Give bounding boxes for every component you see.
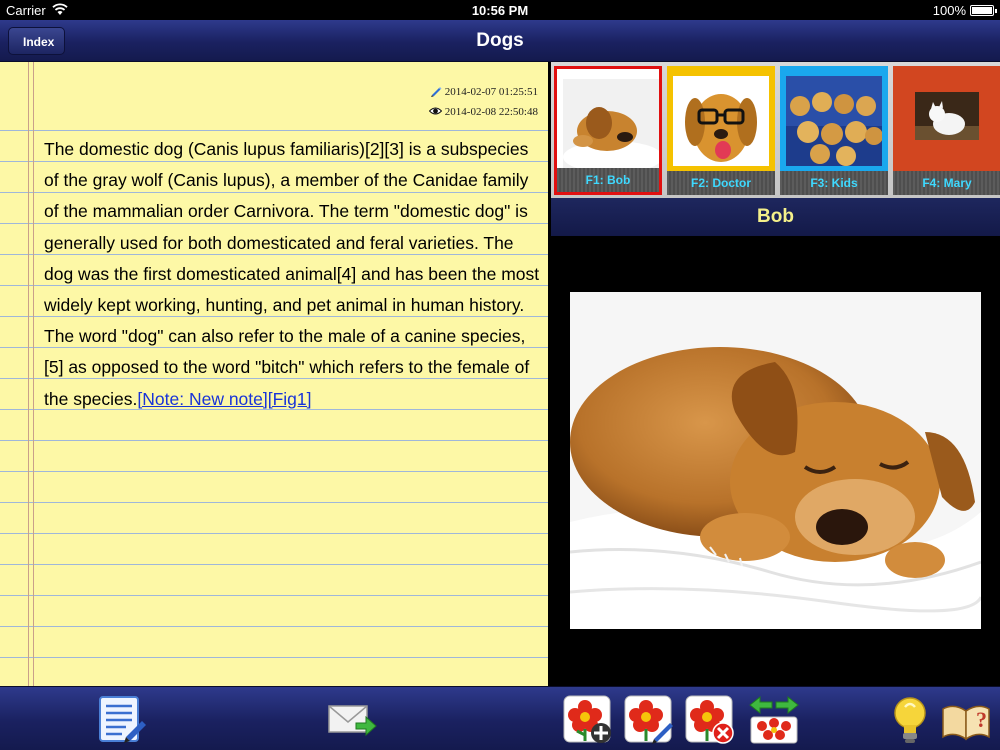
- pen-icon: [430, 87, 442, 97]
- bottom-toolbar: ?: [0, 686, 1000, 750]
- figure-thumb-4[interactable]: F4: Mary: [893, 66, 1000, 195]
- figure-thumb-2[interactable]: F2: Doctor: [667, 66, 775, 195]
- svg-text:?: ?: [976, 707, 987, 732]
- figure-thumb-3[interactable]: F3: Kids: [780, 66, 888, 195]
- clock: 10:56 PM: [471, 3, 529, 18]
- figure-thumb-image: [786, 76, 883, 166]
- note-text: The domestic dog (Canis lupus familiaris…: [44, 139, 540, 409]
- figure-thumb-image: [915, 92, 979, 140]
- email-icon[interactable]: [326, 693, 378, 745]
- edited-date-row: 2014-02-07 01:25:51: [429, 82, 538, 102]
- figure-thumb-image: [563, 79, 663, 173]
- figure-thumb-label: F2: Doctor: [667, 171, 775, 195]
- eye-icon: [428, 107, 442, 115]
- edit-figure-icon[interactable]: [622, 693, 674, 745]
- battery-icon: [970, 5, 997, 16]
- note-margin-line: [28, 62, 34, 686]
- viewed-date: 2014-02-08 22:50:48: [444, 106, 538, 118]
- edit-note-icon[interactable]: [96, 693, 148, 745]
- figure-thumb-1[interactable]: F1: Bob: [554, 66, 663, 195]
- edited-date: 2014-02-07 01:25:51: [444, 86, 538, 98]
- viewed-date-row: 2014-02-08 22:50:48: [428, 102, 538, 122]
- figure-thumb-label: F3: Kids: [780, 171, 888, 195]
- figure-thumb-label: F4: Mary: [893, 171, 1000, 195]
- page-title: Dogs: [476, 30, 524, 51]
- reorder-figures-icon[interactable]: [748, 693, 800, 745]
- figure-photo[interactable]: [570, 292, 981, 629]
- status-bar: Carrier 10:56 PM 100%: [0, 0, 1000, 20]
- help-book-icon[interactable]: ?: [940, 693, 992, 745]
- note-pad[interactable]: 2014-02-07 01:25:51 2014-02-08 22:50:48 …: [0, 62, 548, 686]
- figure-panel: F1: Bob F2: Doctor F3: Kids F4: Mary Bob: [551, 62, 1000, 686]
- note-body[interactable]: The domestic dog (Canis lupus familiaris…: [44, 134, 540, 415]
- figure-title: Bob: [551, 198, 1000, 236]
- add-figure-icon[interactable]: [561, 693, 613, 745]
- navigation-bar: Index Dogs: [0, 20, 1000, 62]
- note-figure-link[interactable]: [Note: New note][Fig1]: [137, 389, 311, 409]
- figure-thumb-label: F1: Bob: [557, 168, 659, 192]
- delete-figure-icon[interactable]: [683, 693, 735, 745]
- tips-icon[interactable]: [884, 693, 936, 745]
- figure-strip: F1: Bob F2: Doctor F3: Kids F4: Mary: [551, 62, 1000, 198]
- battery-percent: 100%: [932, 3, 966, 18]
- note-dates: 2014-02-07 01:25:51 2014-02-08 22:50:48: [428, 82, 538, 122]
- figure-thumb-image: [673, 76, 769, 166]
